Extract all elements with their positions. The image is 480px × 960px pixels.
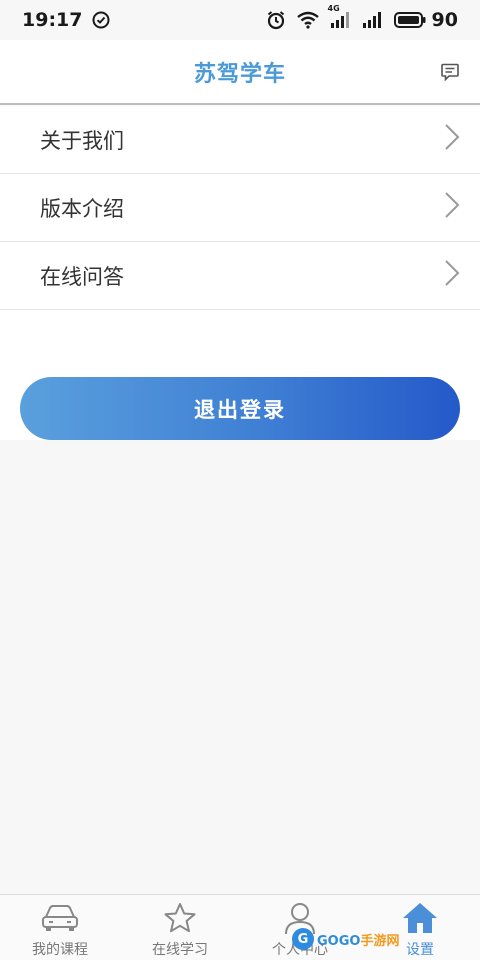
menu-item-label: 关于我们 [40, 128, 124, 153]
watermark-badge: G [292, 928, 314, 950]
status-right: 4G 90 [266, 4, 458, 31]
network-type: 4G [327, 4, 340, 13]
menu-item-qa[interactable]: 在线问答 [0, 242, 480, 310]
status-bar: 19:17 4G 90 [0, 0, 480, 40]
menu-item-label: 版本介绍 [40, 196, 124, 221]
message-icon[interactable] [440, 62, 460, 86]
watermark-logo: G GOGO手游网 [292, 924, 402, 954]
settings-menu: 关于我们 版本介绍 在线问答 [0, 106, 480, 310]
home-icon [402, 901, 438, 935]
signal-icon [362, 11, 384, 29]
chevron-right-icon [444, 123, 460, 156]
battery-icon [393, 12, 426, 28]
app-header: 苏驾学车 [0, 40, 480, 105]
battery: 90 [393, 9, 458, 31]
nav-label: 我的课程 [32, 942, 88, 958]
menu-item-version[interactable]: 版本介绍 [0, 174, 480, 242]
status-time: 19:17 [22, 9, 83, 31]
menu-item-about[interactable]: 关于我们 [0, 106, 480, 174]
watermark-text: GOGO手游网 [317, 933, 400, 949]
status-left: 19:17 [22, 9, 110, 31]
star-icon [163, 901, 197, 935]
menu-item-label: 在线问答 [40, 264, 124, 289]
car-icon [41, 901, 79, 935]
bottom-nav: 我的课程 在线学习 个人中心 设置 [0, 894, 480, 960]
check-circle-icon [92, 11, 110, 29]
battery-level: 90 [431, 9, 458, 31]
logout-button[interactable]: 退出登录 [20, 377, 460, 440]
signal-4g-icon: 4G [328, 4, 352, 29]
settings-screen: 19:17 4G 90 苏驾学车 关于我们 版本介绍 在线问答 退出登录 我的课… [0, 0, 480, 960]
nav-item-online-learning[interactable]: 在线学习 [120, 895, 240, 960]
nav-label: 在线学习 [152, 942, 208, 958]
alarm-icon [266, 10, 286, 30]
page-title: 苏驾学车 [193, 61, 286, 87]
nav-item-my-courses[interactable]: 我的课程 [0, 895, 120, 960]
nav-label: 设置 [406, 942, 434, 958]
chevron-right-icon [444, 259, 460, 292]
wifi-icon [296, 10, 320, 30]
chevron-right-icon [444, 191, 460, 224]
